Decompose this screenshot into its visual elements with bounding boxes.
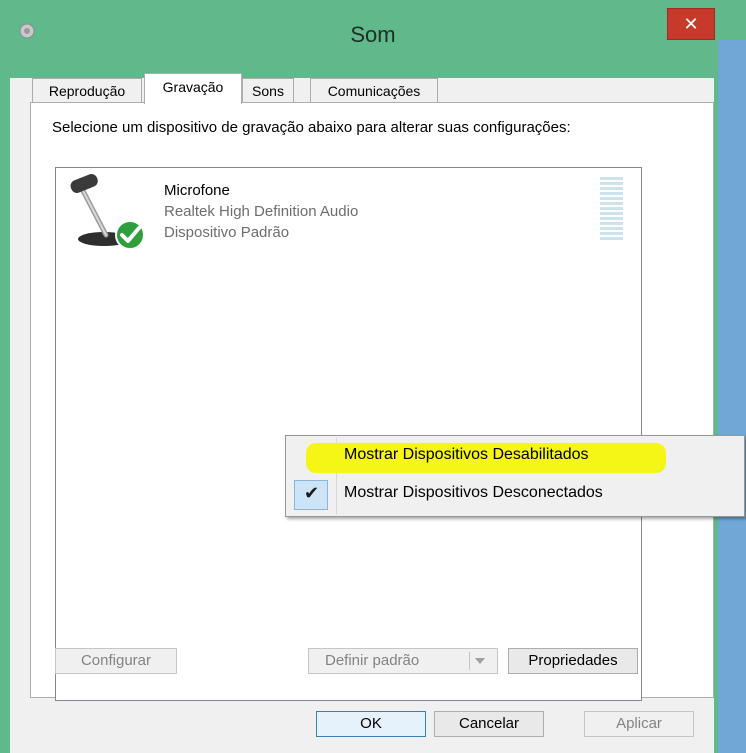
microphone-icon xyxy=(70,174,145,250)
background-window-edge xyxy=(714,40,746,753)
list-item[interactable]: Microfone Realtek High Definition Audio … xyxy=(56,168,641,258)
window-border xyxy=(714,40,718,753)
set-default-label: Definir padrão xyxy=(325,652,420,669)
menu-item-show-disconnected[interactable]: ✔ Mostrar Dispositivos Desconectados xyxy=(288,476,742,510)
instructions-text: Selecione um dispositivo de gravação aba… xyxy=(52,119,571,136)
chevron-down-icon[interactable] xyxy=(475,658,485,664)
context-menu: Mostrar Dispositivos Desabilitados ✔ Mos… xyxy=(285,435,745,517)
cancel-button[interactable]: Cancelar xyxy=(434,711,544,737)
checked-indicator: ✔ xyxy=(294,480,328,510)
tab-gravacao[interactable]: Gravação xyxy=(144,73,242,104)
device-driver: Realtek High Definition Audio xyxy=(164,203,359,220)
tab-comunicacoes[interactable]: Comunicações xyxy=(310,78,438,103)
device-name: Microfone xyxy=(164,182,230,199)
apply-button[interactable]: Aplicar xyxy=(584,711,694,737)
checkmark-icon: ✔ xyxy=(304,483,320,503)
tab-reproducao[interactable]: Reprodução xyxy=(32,78,142,103)
device-status: Dispositivo Padrão xyxy=(164,224,290,241)
split-divider xyxy=(469,652,470,670)
window-title: Som xyxy=(350,22,396,47)
properties-button[interactable]: Propriedades xyxy=(508,648,638,674)
ok-button[interactable]: OK xyxy=(316,711,426,737)
close-button[interactable]: ✕ xyxy=(667,8,715,40)
level-meter xyxy=(600,177,623,241)
tab-sons[interactable]: Sons xyxy=(242,78,294,103)
menu-item-label: Mostrar Dispositivos Desconectados xyxy=(344,484,603,501)
configure-button[interactable]: Configurar xyxy=(55,648,177,674)
set-default-split-button[interactable]: Definir padrão xyxy=(308,648,498,674)
menu-item-show-disabled[interactable]: Mostrar Dispositivos Desabilitados xyxy=(288,438,742,473)
title-bar: Som ✕ xyxy=(0,0,746,80)
dialog-body: Reprodução Gravação Sons Comunicações Se… xyxy=(10,73,714,753)
device-list[interactable]: Microfone Realtek High Definition Audio … xyxy=(55,167,642,701)
menu-item-label: Mostrar Dispositivos Desabilitados xyxy=(344,446,589,463)
